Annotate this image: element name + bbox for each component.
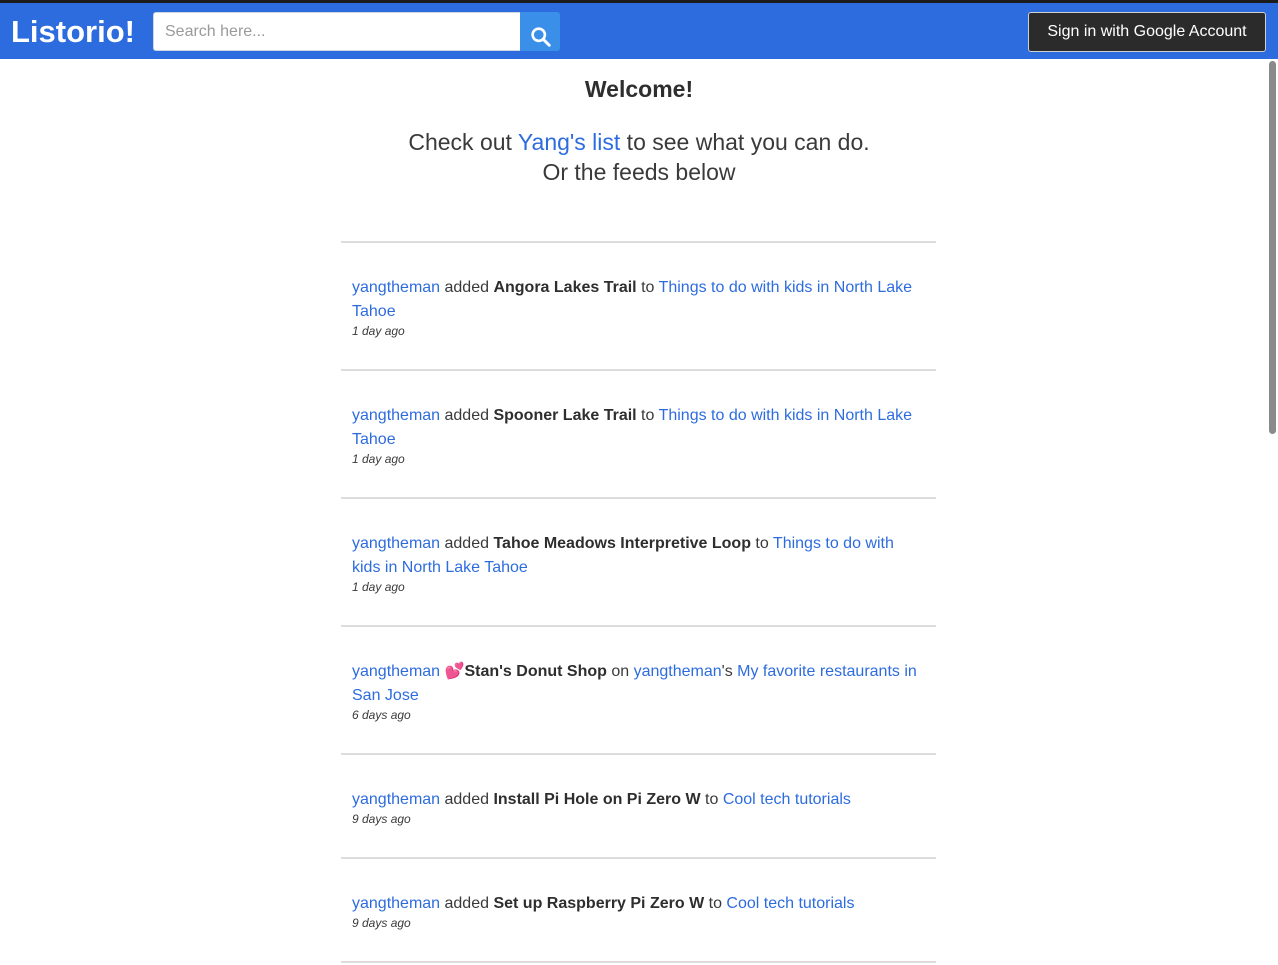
heart-icon: 💕 [440,663,465,680]
feed-timestamp: 9 days ago [352,812,411,826]
feed-item: yangtheman added Spooner Lake Trail to T… [341,369,936,497]
intro-text-after: to see what you can do. [620,129,870,155]
feed-action: added [440,895,494,912]
feed-owner-link[interactable]: yangtheman [634,663,722,680]
feed-timestamp: 1 day ago [352,452,405,466]
feed-timestamp: 1 day ago [352,324,405,338]
feed-item-name: Install Pi Hole on Pi Zero W [493,791,701,808]
feed-connector: to [636,407,659,424]
feed-connector: to [636,279,659,296]
feed-timestamp: 6 days ago [352,708,411,722]
intro-line-1: Check out Yang's list to see what you ca… [0,127,1278,157]
feed-connector: to [700,791,723,808]
feed-item-name: Spooner Lake Trail [493,407,637,424]
brand-logo[interactable]: Listorio! [11,12,135,52]
feed-item-text: yangtheman 💕Stan's Donut Shop on yangthe… [352,660,925,708]
search-input[interactable] [153,12,520,51]
feed-action: added [440,791,494,808]
feed-connector: to [750,535,773,552]
feed-user-link[interactable]: yangtheman [352,407,440,424]
feed-user-link[interactable]: yangtheman [352,791,440,808]
feed-action: added [440,407,494,424]
feed-user-link[interactable]: yangtheman [352,895,440,912]
feed-item-name: Stan's Donut Shop [464,663,607,680]
feed-user-link[interactable]: yangtheman [352,279,440,296]
feed-connector: on [606,663,634,680]
feed-item-text: yangtheman added Tahoe Meadows Interpret… [352,532,925,580]
search-button[interactable] [520,12,560,51]
feed-item-text: yangtheman added Set up Raspberry Pi Zer… [352,892,925,916]
feed-action: added [440,535,494,552]
feed-item-name: Angora Lakes Trail [493,279,637,296]
feed-user-link[interactable]: yangtheman [352,663,440,680]
feed-item: yangtheman 💕Stan's Donut Shop on yangthe… [341,625,936,753]
feed-timestamp: 9 days ago [352,916,411,930]
feed-action: added [440,279,494,296]
welcome-heading: Welcome! [584,76,694,102]
feed-item: yangtheman added Angora Lakes Trail to T… [341,241,936,369]
activity-feed: yangtheman added Angora Lakes Trail to T… [341,241,936,965]
feed-divider [341,961,936,965]
intro-text-before: Check out [408,129,518,155]
feed-user-link[interactable]: yangtheman [352,535,440,552]
scrollbar-thumb[interactable] [1269,61,1276,434]
feed-item-text: yangtheman added Angora Lakes Trail to T… [352,276,925,324]
search-icon [530,26,551,47]
feed-item: yangtheman added Set up Raspberry Pi Zer… [341,857,936,961]
feed-item-text: yangtheman added Spooner Lake Trail to T… [352,404,925,452]
top-navbar: Listorio! Sign in with Google Account [0,0,1278,59]
feed-item: yangtheman added Tahoe Meadows Interpret… [341,497,936,625]
yangs-list-link[interactable]: Yang's list [518,129,620,155]
intro-text: Check out Yang's list to see what you ca… [0,127,1278,187]
feed-list-link[interactable]: Cool tech tutorials [723,791,851,808]
google-signin-button[interactable]: Sign in with Google Account [1028,12,1266,52]
feed-item-name: Tahoe Meadows Interpretive Loop [493,535,751,552]
feed-item: yangtheman added Install Pi Hole on Pi Z… [341,753,936,857]
feed-item-name: Set up Raspberry Pi Zero W [493,895,705,912]
feed-list-link[interactable]: Cool tech tutorials [726,895,854,912]
intro-line-2: Or the feeds below [542,159,736,185]
feed-connector: to [704,895,727,912]
feed-item-text: yangtheman added Install Pi Hole on Pi Z… [352,788,925,812]
feed-timestamp: 1 day ago [352,580,405,594]
feed-owner-suffix: 's [721,663,738,680]
